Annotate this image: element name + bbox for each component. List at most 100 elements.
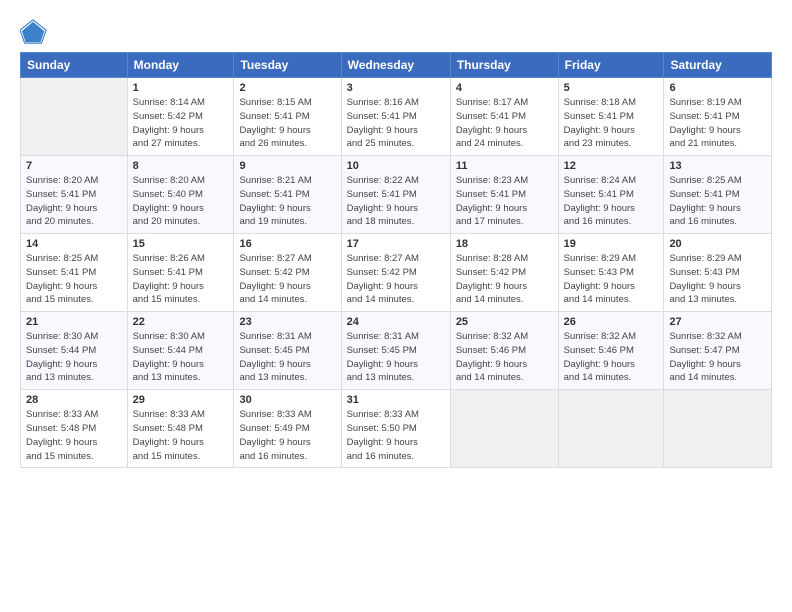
day-number: 13 (669, 160, 766, 172)
day-info: Sunrise: 8:24 AMSunset: 5:41 PMDaylight:… (564, 174, 659, 229)
day-info: Sunrise: 8:30 AMSunset: 5:44 PMDaylight:… (26, 330, 122, 385)
day-info: Sunrise: 8:31 AMSunset: 5:45 PMDaylight:… (239, 330, 335, 385)
calendar-cell: 1 Sunrise: 8:14 AMSunset: 5:42 PMDaylight… (127, 78, 234, 156)
day-info: Sunrise: 8:20 AMSunset: 5:40 PMDaylight:… (133, 174, 229, 229)
day-number: 21 (26, 316, 122, 328)
day-info: Sunrise: 8:29 AMSunset: 5:43 PMDaylight:… (564, 252, 659, 307)
day-number: 14 (26, 238, 122, 250)
day-info: Sunrise: 8:16 AMSunset: 5:41 PMDaylight:… (347, 96, 445, 151)
day-info: Sunrise: 8:15 AMSunset: 5:41 PMDaylight:… (239, 96, 335, 151)
day-info: Sunrise: 8:28 AMSunset: 5:42 PMDaylight:… (456, 252, 553, 307)
day-info: Sunrise: 8:33 AMSunset: 5:50 PMDaylight:… (347, 408, 445, 463)
day-info: Sunrise: 8:21 AMSunset: 5:41 PMDaylight:… (239, 174, 335, 229)
day-number: 2 (239, 82, 335, 94)
day-number: 24 (347, 316, 445, 328)
weekday-header-thursday: Thursday (450, 53, 558, 78)
calendar-cell: 30Sunrise: 8:33 AMSunset: 5:49 PMDayligh… (234, 390, 341, 468)
day-number: 30 (239, 394, 335, 406)
day-number: 10 (347, 160, 445, 172)
day-info: Sunrise: 8:20 AMSunset: 5:41 PMDaylight:… (26, 174, 122, 229)
day-number: 15 (133, 238, 229, 250)
calendar-cell (21, 78, 128, 156)
day-number: 25 (456, 316, 553, 328)
day-number: 7 (26, 160, 122, 172)
calendar-cell: 9Sunrise: 8:21 AMSunset: 5:41 PMDaylight… (234, 156, 341, 234)
calendar-cell: 31 Sunrise: 8:33 AMSunset: 5:50 PMDayligh… (341, 390, 450, 468)
calendar-cell: 5 Sunrise: 8:18 AMSunset: 5:41 PMDaylight… (558, 78, 664, 156)
day-info: Sunrise: 8:23 AMSunset: 5:41 PMDaylight:… (456, 174, 553, 229)
weekday-header-row: SundayMondayTuesdayWednesdayThursdayFrid… (21, 53, 772, 78)
day-info: Sunrise: 8:32 AMSunset: 5:47 PMDaylight:… (669, 330, 766, 385)
day-info: Sunrise: 8:31 AMSunset: 5:45 PMDaylight:… (347, 330, 445, 385)
day-number: 29 (133, 394, 229, 406)
day-number: 1 (133, 82, 229, 94)
calendar-cell: 6Sunrise: 8:19 AMSunset: 5:41 PMDaylight… (664, 78, 772, 156)
day-info: Sunrise: 8:32 AMSunset: 5:46 PMDaylight:… (456, 330, 553, 385)
calendar-cell (558, 390, 664, 468)
calendar-cell: 29 Sunrise: 8:33 AMSunset: 5:48 PMDayligh… (127, 390, 234, 468)
calendar-cell: 3 Sunrise: 8:16 AMSunset: 5:41 PMDaylight… (341, 78, 450, 156)
weekday-header-tuesday: Tuesday (234, 53, 341, 78)
day-number: 19 (564, 238, 659, 250)
day-number: 11 (456, 160, 553, 172)
weekday-header-friday: Friday (558, 53, 664, 78)
day-number: 31 (347, 394, 445, 406)
day-info: Sunrise: 8:26 AMSunset: 5:41 PMDaylight:… (133, 252, 229, 307)
calendar-cell: 22 Sunrise: 8:30 AMSunset: 5:44 PMDayligh… (127, 312, 234, 390)
day-info: Sunrise: 8:33 AMSunset: 5:48 PMDaylight:… (26, 408, 122, 463)
calendar-cell: 10Sunrise: 8:22 AMSunset: 5:41 PMDayligh… (341, 156, 450, 234)
calendar-week-row: 21 Sunrise: 8:30 AMSunset: 5:44 PMDayligh… (21, 312, 772, 390)
day-info: Sunrise: 8:27 AMSunset: 5:42 PMDaylight:… (347, 252, 445, 307)
calendar-cell: 2 Sunrise: 8:15 AMSunset: 5:41 PMDaylight… (234, 78, 341, 156)
calendar-cell: 7 Sunrise: 8:20 AMSunset: 5:41 PMDaylight… (21, 156, 128, 234)
day-info: Sunrise: 8:17 AMSunset: 5:41 PMDaylight:… (456, 96, 553, 151)
day-number: 22 (133, 316, 229, 328)
weekday-header-saturday: Saturday (664, 53, 772, 78)
calendar-cell: 19 Sunrise: 8:29 AMSunset: 5:43 PMDayligh… (558, 234, 664, 312)
calendar-cell: 15 Sunrise: 8:26 AMSunset: 5:41 PMDayligh… (127, 234, 234, 312)
day-number: 4 (456, 82, 553, 94)
day-info: Sunrise: 8:25 AMSunset: 5:41 PMDaylight:… (26, 252, 122, 307)
calendar-cell (450, 390, 558, 468)
day-number: 3 (347, 82, 445, 94)
day-info: Sunrise: 8:27 AMSunset: 5:42 PMDaylight:… (239, 252, 335, 307)
day-info: Sunrise: 8:19 AMSunset: 5:41 PMDaylight:… (669, 96, 766, 151)
day-number: 18 (456, 238, 553, 250)
weekday-header-sunday: Sunday (21, 53, 128, 78)
calendar-cell: 11 Sunrise: 8:23 AMSunset: 5:41 PMDayligh… (450, 156, 558, 234)
calendar-cell: 18 Sunrise: 8:28 AMSunset: 5:42 PMDayligh… (450, 234, 558, 312)
day-number: 27 (669, 316, 766, 328)
day-number: 20 (669, 238, 766, 250)
weekday-header-monday: Monday (127, 53, 234, 78)
calendar-table: SundayMondayTuesdayWednesdayThursdayFrid… (20, 52, 772, 468)
logo (20, 18, 52, 46)
day-info: Sunrise: 8:25 AMSunset: 5:41 PMDaylight:… (669, 174, 766, 229)
day-number: 23 (239, 316, 335, 328)
calendar-week-row: 1 Sunrise: 8:14 AMSunset: 5:42 PMDaylight… (21, 78, 772, 156)
day-number: 26 (564, 316, 659, 328)
page: SundayMondayTuesdayWednesdayThursdayFrid… (0, 0, 792, 612)
day-number: 5 (564, 82, 659, 94)
calendar-cell: 25 Sunrise: 8:32 AMSunset: 5:46 PMDayligh… (450, 312, 558, 390)
calendar-cell: 16 Sunrise: 8:27 AMSunset: 5:42 PMDayligh… (234, 234, 341, 312)
day-number: 8 (133, 160, 229, 172)
calendar-cell: 20Sunrise: 8:29 AMSunset: 5:43 PMDayligh… (664, 234, 772, 312)
day-info: Sunrise: 8:32 AMSunset: 5:46 PMDaylight:… (564, 330, 659, 385)
calendar-cell: 23 Sunrise: 8:31 AMSunset: 5:45 PMDayligh… (234, 312, 341, 390)
day-info: Sunrise: 8:18 AMSunset: 5:41 PMDaylight:… (564, 96, 659, 151)
day-info: Sunrise: 8:30 AMSunset: 5:44 PMDaylight:… (133, 330, 229, 385)
calendar-cell: 21 Sunrise: 8:30 AMSunset: 5:44 PMDayligh… (21, 312, 128, 390)
calendar-week-row: 7 Sunrise: 8:20 AMSunset: 5:41 PMDaylight… (21, 156, 772, 234)
day-info: Sunrise: 8:33 AMSunset: 5:48 PMDaylight:… (133, 408, 229, 463)
weekday-header-wednesday: Wednesday (341, 53, 450, 78)
calendar-week-row: 28 Sunrise: 8:33 AMSunset: 5:48 PMDayligh… (21, 390, 772, 468)
calendar-cell: 12Sunrise: 8:24 AMSunset: 5:41 PMDayligh… (558, 156, 664, 234)
calendar-cell: 24 Sunrise: 8:31 AMSunset: 5:45 PMDayligh… (341, 312, 450, 390)
day-number: 28 (26, 394, 122, 406)
header (20, 18, 772, 46)
logo-icon (20, 18, 48, 46)
calendar-week-row: 14 Sunrise: 8:25 AMSunset: 5:41 PMDayligh… (21, 234, 772, 312)
day-number: 16 (239, 238, 335, 250)
day-info: Sunrise: 8:14 AMSunset: 5:42 PMDaylight:… (133, 96, 229, 151)
day-number: 17 (347, 238, 445, 250)
